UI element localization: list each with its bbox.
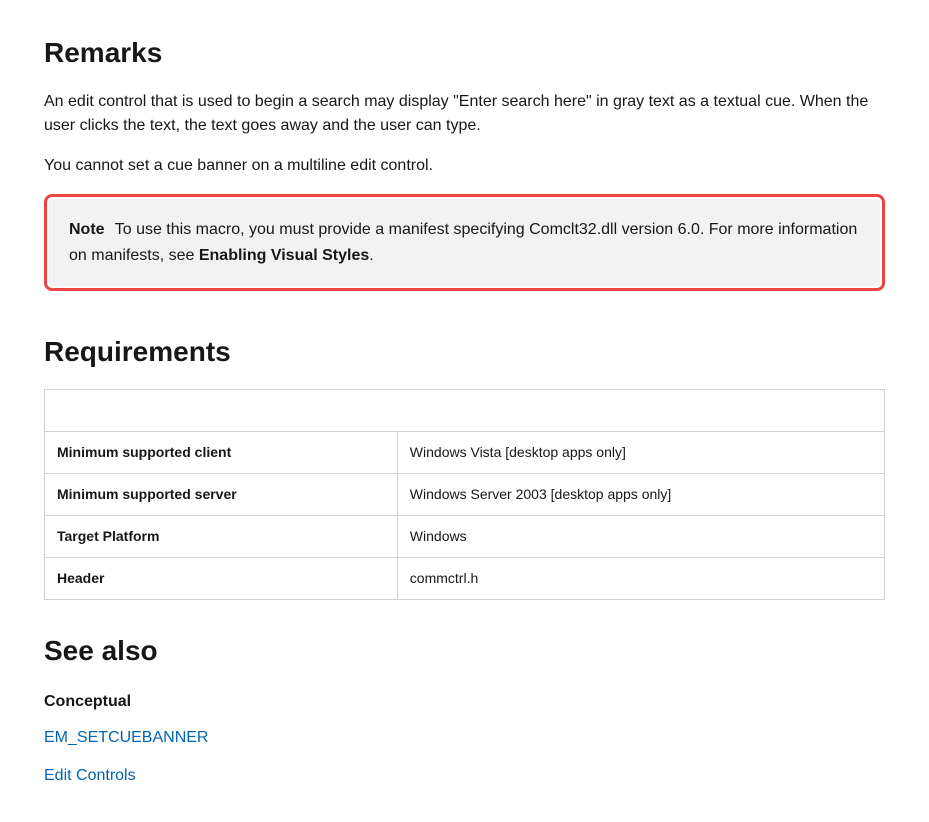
- note-inner: Note To use this macro, you must provide…: [49, 199, 880, 286]
- table-row: Target Platform Windows: [45, 516, 885, 558]
- table-row: Header commctrl.h: [45, 558, 885, 600]
- requirement-label: Header: [45, 558, 398, 600]
- see-also-subheading: Conceptual: [44, 690, 885, 714]
- note-text-2: .: [369, 247, 373, 264]
- note-link-enabling-visual-styles[interactable]: Enabling Visual Styles: [199, 247, 369, 264]
- table-row: Minimum supported server Windows Server …: [45, 474, 885, 516]
- see-also-heading: See also: [44, 630, 885, 672]
- remarks-paragraph-2: You cannot set a cue banner on a multili…: [44, 154, 885, 178]
- note-callout: Note To use this macro, you must provide…: [44, 194, 885, 291]
- link-em-setcuebanner[interactable]: EM_SETCUEBANNER: [44, 726, 885, 750]
- requirement-value: Windows Vista [desktop apps only]: [397, 432, 884, 474]
- requirement-value: Windows: [397, 516, 884, 558]
- requirement-value: Windows Server 2003 [desktop apps only]: [397, 474, 884, 516]
- requirement-label: Minimum supported client: [45, 432, 398, 474]
- requirement-label: Minimum supported server: [45, 474, 398, 516]
- remarks-paragraph-1: An edit control that is used to begin a …: [44, 90, 885, 138]
- requirements-table: Minimum supported client Windows Vista […: [44, 389, 885, 600]
- note-label: Note: [69, 221, 105, 238]
- requirements-table-header: [45, 390, 885, 432]
- remarks-heading: Remarks: [44, 32, 885, 74]
- table-row: Minimum supported client Windows Vista […: [45, 432, 885, 474]
- requirements-heading: Requirements: [44, 331, 885, 373]
- requirement-label: Target Platform: [45, 516, 398, 558]
- requirement-value: commctrl.h: [397, 558, 884, 600]
- link-edit-controls[interactable]: Edit Controls: [44, 764, 885, 788]
- note-text-1: To use this macro, you must provide a ma…: [69, 221, 857, 264]
